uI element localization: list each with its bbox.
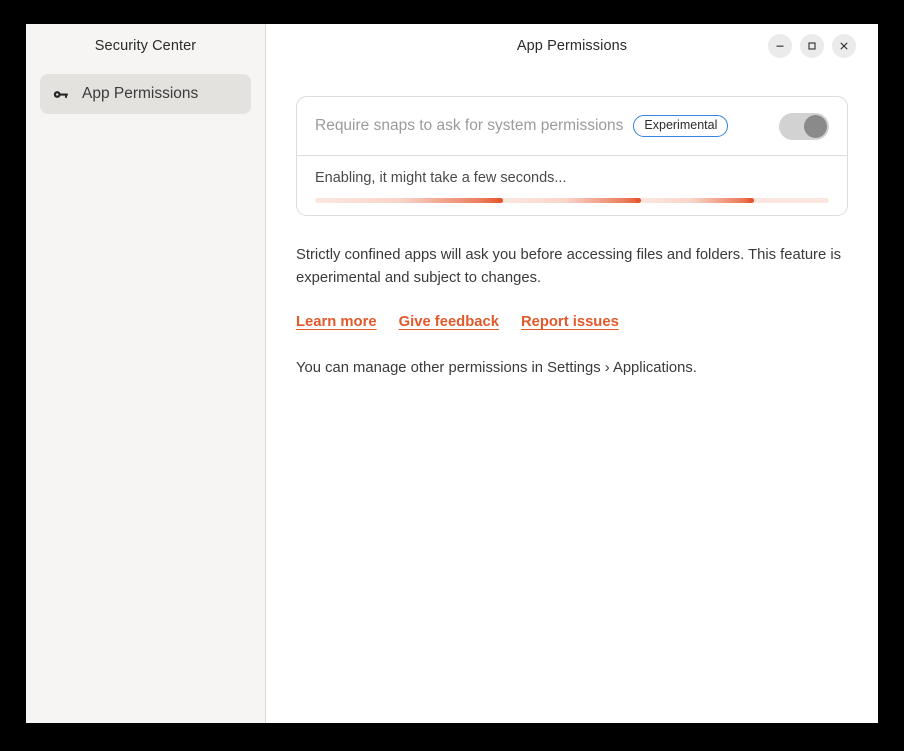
give-feedback-link[interactable]: Give feedback: [399, 314, 499, 330]
minimize-button[interactable]: [768, 34, 792, 58]
key-icon: [52, 85, 70, 103]
sidebar-item-label: App Permissions: [82, 85, 198, 103]
window-controls: [768, 34, 868, 58]
progress-segment: [641, 198, 754, 203]
progress-bar: [315, 198, 829, 203]
progress-segment: [503, 198, 642, 203]
sidebar: Security Center App Permissions: [26, 24, 266, 723]
progress-segment: [315, 198, 503, 203]
learn-more-link[interactable]: Learn more: [296, 314, 377, 330]
close-button[interactable]: [832, 34, 856, 58]
application-window: Security Center App Permissions App Perm…: [26, 24, 878, 723]
feature-description: Strictly confined apps will ask you befo…: [296, 244, 848, 290]
sidebar-header: Security Center: [26, 24, 265, 68]
toggle-knob: [804, 115, 827, 138]
progress-segment-dot: [498, 198, 503, 203]
content-area: Require snaps to ask for system permissi…: [266, 68, 878, 723]
permission-toggle-row: Require snaps to ask for system permissi…: [297, 97, 847, 155]
maximize-button[interactable]: [800, 34, 824, 58]
status-text: Enabling, it might take a few seconds...: [315, 170, 829, 186]
minimize-icon: [774, 40, 786, 52]
links-row: Learn more Give feedback Report issues: [296, 314, 848, 330]
progress-segment-dot: [749, 198, 754, 203]
maximize-icon: [806, 40, 818, 52]
experimental-badge: Experimental: [633, 115, 728, 137]
status-row: Enabling, it might take a few seconds...: [297, 156, 847, 215]
sidebar-item-app-permissions[interactable]: App Permissions: [40, 74, 251, 114]
sidebar-title: Security Center: [95, 38, 196, 54]
close-icon: [838, 40, 850, 52]
main-pane: App Permissions: [266, 24, 878, 723]
titlebar: App Permissions: [266, 24, 878, 68]
require-snaps-permissions-toggle[interactable]: [779, 113, 829, 140]
sidebar-nav-list: App Permissions: [26, 68, 265, 114]
settings-footnote: You can manage other permissions in Sett…: [296, 360, 848, 376]
report-issues-link[interactable]: Report issues: [521, 314, 619, 330]
permission-card: Require snaps to ask for system permissi…: [296, 96, 848, 216]
permission-label: Require snaps to ask for system permissi…: [315, 117, 623, 135]
